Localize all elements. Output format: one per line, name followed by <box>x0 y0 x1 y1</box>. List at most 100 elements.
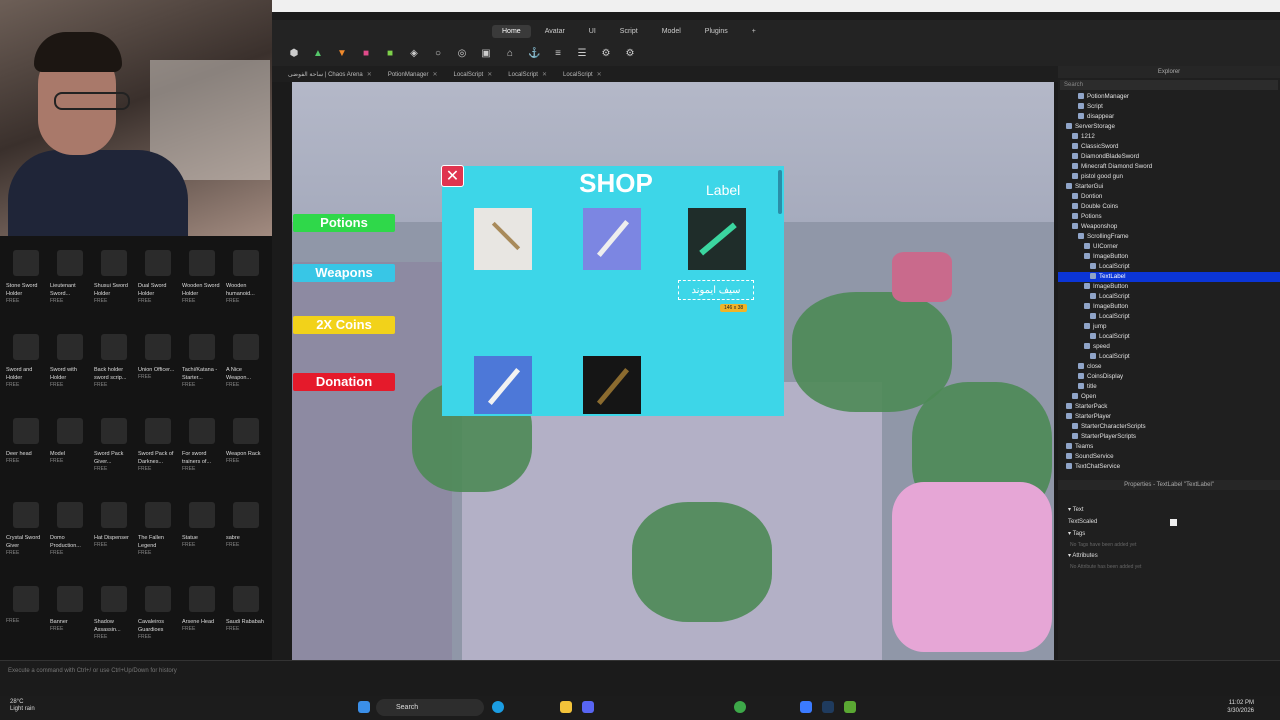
explorer-row[interactable]: pistol good gun <box>1058 172 1280 182</box>
toolbox-item[interactable]: Sword Pack of Darknes... FREE <box>138 418 178 498</box>
doc-tab-localscript[interactable]: LocalScript ✕ <box>502 69 553 80</box>
weapon-item[interactable] <box>583 208 641 270</box>
minecraft-icon[interactable] <box>844 701 856 713</box>
explorer-row[interactable]: StarterCharacterScripts <box>1058 422 1280 432</box>
weapon-item[interactable] <box>474 356 532 414</box>
explorer-row[interactable]: ServerStorage <box>1058 122 1280 132</box>
explorer-row[interactable]: StarterGui <box>1058 182 1280 192</box>
toolbox-item[interactable]: Saudi Rababah FREE <box>226 586 266 660</box>
toolbox-item[interactable]: Stone Sword Holder FREE <box>6 250 46 330</box>
explorer-row[interactable]: LocalScript <box>1058 332 1280 342</box>
toolbox-item[interactable]: sabre FREE <box>226 502 266 582</box>
weapon-item[interactable] <box>583 356 641 414</box>
explorer-row[interactable]: Double Coins <box>1058 202 1280 212</box>
explorer-row[interactable]: StarterPlayerScripts <box>1058 432 1280 442</box>
close-icon[interactable]: ✕ <box>597 72 602 78</box>
toolbox-item[interactable]: Banner FREE <box>50 586 90 660</box>
tab-avatar[interactable]: Avatar <box>535 25 575 38</box>
explorer-row[interactable]: Weaponshop <box>1058 222 1280 232</box>
script-icon[interactable]: ■ <box>384 48 396 60</box>
color-icon[interactable]: ■ <box>360 48 372 60</box>
explorer-row[interactable]: ImageButton <box>1058 302 1280 312</box>
tab-model[interactable]: Model <box>652 25 691 38</box>
section-attributes[interactable]: ▾ Attributes <box>1058 550 1280 562</box>
toolbox-item[interactable]: Union Officer... FREE <box>138 334 178 414</box>
toolbox-item[interactable]: Sword with Holder FREE <box>50 334 90 414</box>
explorer-row[interactable]: TextChatService <box>1058 462 1280 472</box>
material-icon[interactable]: ▼ <box>336 48 348 60</box>
explorer-row[interactable]: title <box>1058 382 1280 392</box>
toolbox-item[interactable]: Shusui Sword Holder FREE <box>94 250 134 330</box>
weapon-item[interactable] <box>474 208 532 270</box>
explorer-row[interactable]: LocalScript <box>1058 262 1280 272</box>
toolbox-item[interactable]: Statue FREE <box>182 502 222 582</box>
steam-icon[interactable] <box>822 701 834 713</box>
toolbox-item[interactable]: Weapon Rack FREE <box>226 418 266 498</box>
chrome-icon[interactable] <box>734 701 746 713</box>
align-icon[interactable]: ≡ <box>552 48 564 60</box>
toolbox-item[interactable]: The Fallen Legend FREE <box>138 502 178 582</box>
explorer-row[interactable]: ImageButton <box>1058 252 1280 262</box>
weather-widget[interactable]: 28°C Light rain <box>10 699 35 713</box>
explorer-row[interactable]: DiamondBladeSword <box>1058 152 1280 162</box>
explorer-row[interactable]: 1212 <box>1058 132 1280 142</box>
toolbox-item[interactable]: Sword and Holder FREE <box>6 334 46 414</box>
explorer-search-input[interactable]: Search <box>1060 80 1278 90</box>
toolbox-item[interactable]: Lieutenant Sword... FREE <box>50 250 90 330</box>
explorer-row[interactable]: CoinsDisplay <box>1058 372 1280 382</box>
toolbox-item[interactable]: Sword Pack Giver... FREE <box>94 418 134 498</box>
coins-button[interactable]: 2X Coins <box>293 316 395 334</box>
close-icon[interactable]: ✕ <box>542 72 547 78</box>
toolbox-item[interactable]: Cavaleiros Guardioes FREE <box>138 586 178 660</box>
toolbox-item[interactable]: Dual Sword Holder FREE <box>138 250 178 330</box>
explorer-row[interactable]: Minecraft Diamond Sword <box>1058 162 1280 172</box>
doc-tab-localscript[interactable]: LocalScript ✕ <box>448 69 499 80</box>
selected-text-label[interactable]: سيف ايموند <box>678 280 754 300</box>
windows-start-icon[interactable] <box>358 701 370 713</box>
group-icon[interactable]: ☰ <box>576 48 588 60</box>
toolbox-item[interactable]: Hat Dispenser FREE <box>94 502 134 582</box>
explorer-row[interactable]: Potions <box>1058 212 1280 222</box>
select-icon[interactable]: ○ <box>432 48 444 60</box>
explorer-icon[interactable] <box>560 701 572 713</box>
tab-home[interactable]: Home <box>492 24 531 38</box>
explorer-row[interactable]: Teams <box>1058 442 1280 452</box>
clock[interactable]: 11:02 PM 3/30/2026 <box>1200 699 1254 715</box>
explorer-row[interactable]: disappear <box>1058 112 1280 122</box>
discord-icon[interactable] <box>582 701 594 713</box>
explorer-row[interactable]: Dontion <box>1058 192 1280 202</box>
donation-button[interactable]: Donation <box>293 373 395 391</box>
section-text[interactable]: ▾ Text <box>1058 504 1280 516</box>
command-bar-input[interactable]: Execute a command with Ctrl+/ or use Ctr… <box>0 660 1280 680</box>
tab-script[interactable]: Script <box>610 25 648 38</box>
close-icon[interactable]: ✕ <box>367 72 372 78</box>
doc-tab-place[interactable]: ساحة الفوضى | Chaos Arena ✕ <box>282 69 378 80</box>
explorer-row[interactable]: speed <box>1058 342 1280 352</box>
explorer-row[interactable]: PotionManager <box>1058 92 1280 102</box>
toolbox-item[interactable]: A Nice Weapon... FREE <box>226 334 266 414</box>
settings-icon[interactable]: ⚙ <box>624 48 636 60</box>
toolbox-item[interactable]: Back holder sword scrip... FREE <box>94 334 134 414</box>
explorer-row[interactable]: LocalScript <box>1058 352 1280 362</box>
explorer-row[interactable]: ScrollingFrame <box>1058 232 1280 242</box>
toolbox-item[interactable]: Shadow Assassin... FREE <box>94 586 134 660</box>
toolbox-item[interactable]: Tachi/Katana - Starter... FREE <box>182 334 222 414</box>
toolbox-item[interactable]: Model FREE <box>50 418 90 498</box>
close-icon[interactable]: ✕ <box>433 72 438 78</box>
doc-tab-localscript[interactable]: LocalScript ✕ <box>557 69 608 80</box>
roblox-studio-icon[interactable] <box>800 701 812 713</box>
explorer-row[interactable]: UICorner <box>1058 242 1280 252</box>
explorer-row[interactable]: ClassicSword <box>1058 142 1280 152</box>
lock-icon[interactable]: ⌂ <box>504 48 516 60</box>
physics-icon[interactable]: ⚙ <box>600 48 612 60</box>
scrollbar[interactable] <box>778 170 782 214</box>
potions-button[interactable]: Potions <box>293 214 395 232</box>
taskbar-search[interactable]: Search <box>376 699 484 716</box>
close-icon[interactable]: ✕ <box>487 72 492 78</box>
scale-icon[interactable]: ▣ <box>480 48 492 60</box>
toolbox-item[interactable]: Wooden humanoid... FREE <box>226 250 266 330</box>
model-icon[interactable]: ◈ <box>408 48 420 60</box>
explorer-row[interactable]: StarterPlayer <box>1058 412 1280 422</box>
explorer-row[interactable]: close <box>1058 362 1280 372</box>
close-button[interactable]: ✕ <box>441 165 464 187</box>
